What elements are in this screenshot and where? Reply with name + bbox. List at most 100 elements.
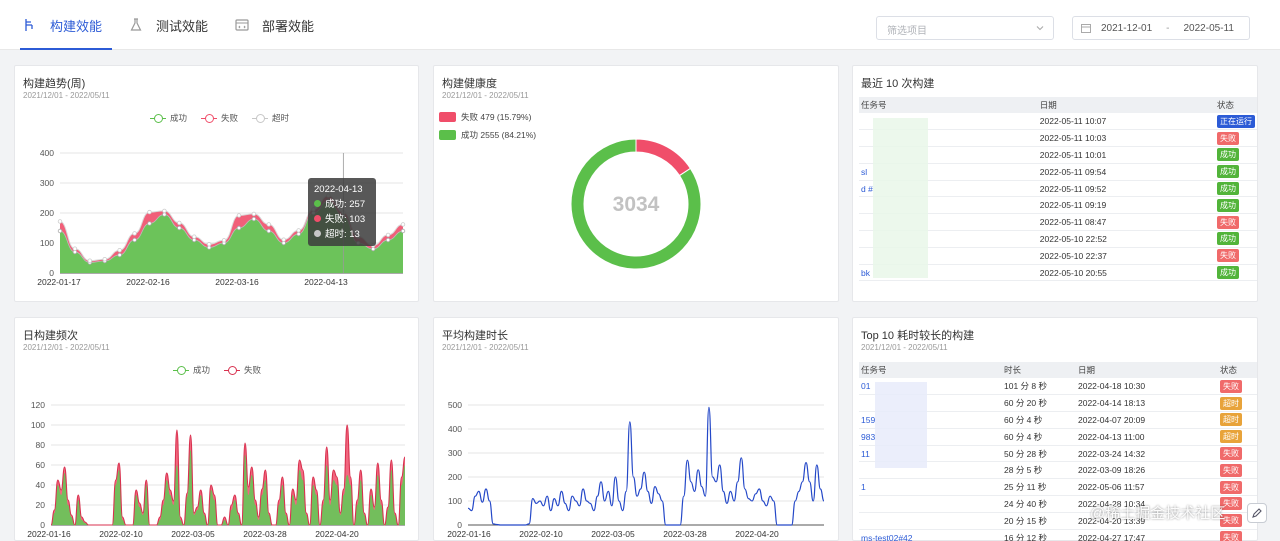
y-tick-label: 400 [40, 148, 54, 158]
y-tick-label: 200 [40, 208, 54, 218]
x-tick-label: 2022-03-28 [243, 529, 287, 539]
task-id[interactable] [859, 512, 1002, 530]
avg-duration-chart[interactable]: 01002003004005002022-01-16 2022-02-10 2022… [434, 398, 840, 541]
data-point-total [72, 246, 78, 251]
data-point-total [132, 231, 137, 236]
status-cell: 成功 [1214, 230, 1257, 248]
card-subtitle: 2021/12/01 - 2022/05/11 [442, 343, 529, 352]
legend-item-success[interactable]: 成功 2555 (84.21%) [439, 129, 536, 141]
legend-item-success[interactable]: 成功 [173, 364, 210, 376]
legend-item-fail[interactable]: 失败 [224, 364, 261, 376]
avg-duration-card: 平均构建时长 2021/12/01 - 2022/05/11 0 100 200 30… [433, 317, 839, 541]
tooltip-value: 超时: 13 [325, 229, 360, 240]
build-date: 2022-05-10 22:52 [1037, 230, 1215, 248]
deploy-icon [235, 19, 249, 31]
donut-slice-fail [635, 138, 692, 177]
data-point-total [266, 222, 271, 227]
status-badge: 失败 [1216, 131, 1239, 145]
data-point-success [266, 228, 271, 234]
status-cell: 成功 [1214, 146, 1257, 164]
health-donut-chart[interactable]: 3034 [564, 132, 709, 277]
column-header: 状态 [1218, 362, 1257, 378]
card-subtitle: 2021/12/01 - 2022/05/11 [23, 91, 110, 100]
status-badge: 超时 [1220, 413, 1242, 427]
table-row[interactable]: 1 25 分 11 秒 2022-05-06 11:57 失败 [859, 478, 1257, 497]
card-title: Top 10 耗时较长的构建 [861, 330, 975, 342]
data-point-success [236, 225, 242, 231]
status-cell: 失败 [1214, 129, 1257, 148]
data-point-total [400, 222, 406, 227]
tab-test-efficiency[interactable]: 测试效能 [128, 0, 208, 50]
data-point-total [147, 209, 152, 215]
x-tick-label: 2022-02-16 [126, 277, 170, 287]
legend-item-fail[interactable]: 失败 479 (15.79%) [439, 111, 536, 123]
build-duration: 25 分 11 秒 [1002, 478, 1076, 497]
build-date: 2022-05-11 09:52 [1037, 180, 1215, 198]
build-duration: 16 分 12 秒 [1002, 529, 1076, 541]
date-range-end: 2022-05-11 [1183, 22, 1234, 34]
data-point-success [147, 221, 152, 226]
build-duration: 60 分 4 秒 [1002, 411, 1076, 429]
edit-button[interactable] [1247, 503, 1267, 523]
data-point-total [385, 232, 391, 238]
status-badge: 成功 [1216, 148, 1239, 162]
data-point-success [370, 246, 376, 252]
data-point-success [117, 252, 122, 258]
y-tick-label: 100 [448, 496, 462, 506]
status-cell: 超时 [1218, 411, 1257, 429]
x-tick-label: 2022-03-05 [591, 529, 635, 539]
legend-item-success[interactable]: 成功 [150, 112, 187, 124]
donut-center-total: 3034 [613, 193, 660, 216]
build-date: 2022-04-14 18:13 [1076, 394, 1218, 413]
build-date: 2022-05-11 09:54 [1037, 163, 1215, 181]
legend-item-fail[interactable]: 失败 [201, 112, 238, 124]
build-date: 2022-04-27 17:47 [1076, 529, 1218, 541]
build-date: 2022-04-18 10:30 [1076, 378, 1218, 396]
build-date: 2022-05-10 22:37 [1037, 247, 1215, 265]
table-row[interactable]: ms-test02#42 16 分 12 秒 2022-04-27 17:47 失败 [859, 529, 1257, 541]
status-badge: 正在运行 [1216, 114, 1255, 128]
status-cell: 成功 [1214, 196, 1257, 215]
data-point-total [102, 256, 107, 262]
task-id[interactable]: 1 [859, 478, 1002, 497]
status-cell: 失败 [1218, 378, 1257, 396]
project-filter-placeholder: 筛选项目 [887, 26, 927, 37]
x-tick-label: 2022-03-05 [171, 529, 215, 539]
date-range-picker[interactable]: 2021-12-01 - 2022-05-11 [1072, 16, 1250, 40]
tab-label: 部署效能 [262, 18, 315, 34]
data-point-success [177, 225, 182, 231]
column-header: 状态 [1214, 97, 1257, 113]
status-badge: 失败 [1220, 531, 1242, 541]
card-subtitle: 2021/12/01 - 2022/05/11 [861, 343, 948, 352]
task-id[interactable] [859, 495, 1002, 513]
status-badge: 成功 [1216, 198, 1239, 212]
data-point-success [162, 212, 167, 217]
recent-builds-card: 最近 10 次构建 任务号 日期 状态 2022-05-11 10:07 正在运行… [852, 65, 1258, 302]
column-header: 日期 [1037, 97, 1215, 113]
task-id[interactable]: ms-test02#42 [859, 529, 1002, 541]
legend-item-timeout[interactable]: 超时 [252, 112, 289, 124]
x-tick-label: 2022-02-10 [99, 529, 143, 539]
daily-builds-chart[interactable]: 0204060801001202022-01-16 2022-02-10 2022-… [15, 398, 420, 541]
card-subtitle: 2021/12/01 - 2022/05/11 [23, 343, 110, 352]
x-tick-label: 2022-01-16 [447, 529, 491, 539]
status-badge: 失败 [1216, 215, 1239, 229]
health-legend: 失败 479 (15.79%) 成功 2555 (84.21%) [439, 111, 536, 147]
series-line-avg-duration [467, 406, 825, 526]
column-header: 时长 [1002, 362, 1076, 378]
card-subtitle: 2021/12/01 - 2022/05/11 [442, 91, 529, 100]
x-tick-label: 2022-04-13 [304, 277, 348, 287]
data-point-total [87, 258, 93, 263]
project-filter-select[interactable]: 筛选项目 [876, 16, 1054, 40]
tab-label: 构建效能 [50, 18, 103, 34]
build-health-card: 构建健康度 2021/12/01 - 2022/05/11 失败 479 (15… [433, 65, 839, 302]
tab-deploy-efficiency[interactable]: 部署效能 [234, 0, 314, 50]
tooltip-row-fail: 失败: 103 [314, 212, 370, 227]
build-date: 2022-05-06 11:57 [1076, 478, 1218, 497]
status-cell: 正在运行 [1214, 113, 1257, 131]
legend-label: 成功 [193, 365, 211, 375]
status-badge: 失败 [1220, 447, 1242, 461]
tab-build-efficiency[interactable]: 构建效能 [19, 0, 113, 50]
watermark-text: @稀土掘金技术社区 [1090, 505, 1226, 522]
redacted-area [873, 118, 928, 278]
